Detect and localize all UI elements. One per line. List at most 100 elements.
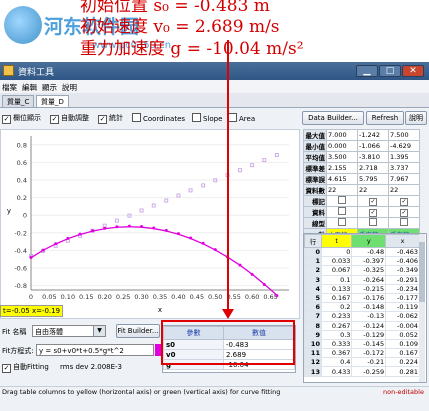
stats-flag-checkbox[interactable]: ✓ — [388, 195, 420, 207]
toolbar: ✓ 欄位顯示 ✓ 自動調整 ✓ 統計 Coordinates Slope Area D… — [0, 109, 429, 127]
stats-flag-checkbox[interactable] — [326, 217, 358, 229]
checkbox-autoscale[interactable]: ✓ 自動調整 — [50, 113, 89, 124]
table-cell: -0.129 — [351, 329, 387, 340]
stats-flag-checkbox[interactable]: ✓ — [388, 206, 420, 218]
col-header-t[interactable]: t — [320, 234, 353, 248]
stats-flag-checkbox[interactable]: ✓ — [357, 206, 389, 218]
minimize-button[interactable]: ▁ — [356, 65, 378, 77]
tab-bar: 質量_C 質量_D — [0, 93, 429, 108]
data-point-x — [274, 153, 279, 158]
checkbox-box — [192, 113, 201, 122]
stats-value: 7.500 — [388, 129, 420, 141]
table-row[interactable]: 7 0.233 -0.13 -0.062 — [304, 311, 420, 322]
tab-mass-d[interactable]: 質量_D — [36, 95, 69, 107]
y-tick-label: -0.4 — [14, 247, 27, 255]
stats-flag-row: 標記 ✓ ✓ — [303, 195, 420, 207]
plot-area[interactable]: 0.8 0.6 0.4 0.2 0 -0.2 -0.4 -0.6 -0.8 0 0.05 0.10 0.… — [0, 129, 300, 319]
statistics-table: 最大值 7.000 -1.242 7.500 最小值 0.000 -1.066 -4.629 平… — [303, 129, 427, 240]
table-cell: 0.433 — [320, 366, 353, 377]
checkbox-box — [338, 196, 346, 204]
checkbox-area[interactable]: Area — [228, 113, 255, 123]
checkbox-box: ✓ — [98, 115, 107, 124]
table-row[interactable]: 2 0.067 -0.325 -0.349 — [304, 265, 420, 276]
vertical-scrollbar[interactable] — [419, 234, 425, 382]
checkbox-coordinates[interactable]: Coordinates — [132, 113, 185, 123]
data-point-x — [139, 208, 144, 213]
table-row[interactable]: 6 0.2 -0.148 -0.119 — [304, 302, 420, 313]
menu-edit[interactable]: 編輯 — [22, 82, 37, 93]
table-row[interactable]: 12 0.4 -0.21 0.224 — [304, 357, 420, 368]
x-tick-label: 0.35 — [153, 293, 167, 301]
menu-view[interactable]: 顯示 — [42, 82, 57, 93]
table-row[interactable]: 1 0.033 -0.397 -0.406 — [304, 256, 420, 267]
table-row[interactable]: 5 0.167 -0.176 -0.177 — [304, 292, 420, 304]
data-table[interactable]: 行 t y x 0 0 -0.48 -0.463 1 0.033 -0.397 -0.406 2… — [303, 233, 427, 383]
arrowhead-icon — [222, 309, 234, 319]
y-tick-label: -0.8 — [14, 282, 27, 290]
y-tick-label: 0.4 — [17, 177, 27, 185]
x-tick-label: 0.05 — [42, 293, 56, 301]
stats-flag-checkbox[interactable]: ✓ — [357, 195, 389, 207]
fit-name-dropdown[interactable]: 自由落體 ▼ — [32, 325, 106, 337]
title-bar[interactable]: 資料工具 ▁ □ ✕ — [0, 62, 429, 80]
table-row[interactable]: 8 0.267 -0.124 -0.004 — [304, 320, 420, 331]
x-axis-label: x — [158, 306, 162, 314]
data-point-x — [114, 218, 119, 223]
table-cell: 0.267 — [320, 320, 353, 331]
fit-equation-field[interactable]: y = s0+v0*t+0.5*g*t^2 — [36, 344, 154, 356]
data-builder-button[interactable]: Data Builder... — [302, 111, 364, 125]
status-editable: non-editable — [383, 388, 424, 396]
data-point-x — [164, 198, 169, 203]
stats-flag-checkbox[interactable] — [357, 217, 389, 229]
table-row[interactable]: 13 0.433 -0.259 0.281 — [304, 366, 420, 377]
checkbox-statistics[interactable]: ✓ 統計 — [98, 113, 123, 124]
stats-flag-label: 資料 — [303, 206, 327, 218]
stats-row-label: 標準誤 — [303, 173, 327, 185]
stats-flag-checkbox[interactable] — [388, 217, 420, 229]
help-button[interactable]: 說明 — [405, 111, 427, 125]
table-row[interactable]: 10 0.333 -0.145 0.109 — [304, 338, 420, 350]
stats-value: 22 — [326, 184, 358, 196]
stats-row-label: 標準差 — [303, 162, 327, 174]
data-point-x — [102, 223, 107, 228]
x-tick-label: 0 — [29, 293, 33, 301]
close-button[interactable]: ✕ — [402, 65, 424, 77]
table-row[interactable]: 11 0.367 -0.172 0.167 — [304, 348, 420, 359]
tab-mass-c[interactable]: 質量_C — [2, 95, 35, 107]
checkbox-label: 統計 — [109, 114, 123, 122]
table-row[interactable]: 4 0.133 -0.215 -0.234 — [304, 283, 420, 294]
checkbox-autofit[interactable]: ✓ 自動Fitting — [2, 362, 49, 373]
col-header-y[interactable]: y — [351, 234, 387, 248]
parameter-highlight-box — [161, 320, 295, 365]
stats-flag-checkbox[interactable] — [326, 195, 358, 207]
data-point-x — [262, 158, 267, 163]
checkbox-box: ✓ — [2, 364, 11, 373]
stats-value: 7.000 — [326, 129, 358, 141]
table-row[interactable]: 9 0.3 -0.129 0.052 — [304, 329, 420, 340]
col-header-x[interactable]: x — [385, 234, 420, 248]
menu-file[interactable]: 檔案 — [2, 82, 17, 93]
table-cell: -0.291 — [385, 274, 420, 285]
table-cell: 0.3 — [320, 329, 353, 340]
table-cell: -0.004 — [385, 320, 420, 331]
menu-help[interactable]: 說明 — [62, 82, 77, 93]
table-cell: 0.167 — [385, 348, 420, 359]
col-header-row[interactable]: 行 — [304, 234, 322, 248]
checkbox-box — [400, 218, 408, 226]
table-cell: -0.406 — [385, 256, 420, 267]
stats-flag-checkbox[interactable] — [326, 206, 358, 218]
checkbox-box: ✓ — [400, 197, 408, 206]
row-index: 7 — [304, 311, 322, 322]
checkbox-slope[interactable]: Slope — [192, 113, 222, 123]
maximize-button[interactable]: □ — [379, 65, 401, 77]
refresh-button[interactable]: Refresh — [366, 111, 404, 125]
data-point-x — [250, 163, 255, 168]
checkbox-column-display[interactable]: ✓ 欄位顯示 — [2, 113, 41, 124]
table-cell: 0.367 — [320, 348, 353, 359]
table-row[interactable]: 0 0 -0.48 -0.463 — [304, 246, 420, 258]
status-hint: Drag table columns to yellow (horizontal… — [2, 388, 281, 396]
fit-builder-button[interactable]: Fit Builder... — [116, 324, 160, 338]
scrollbar-thumb[interactable] — [419, 242, 425, 302]
fit-equation-label: Fit方程式: — [2, 347, 34, 355]
table-row[interactable]: 3 0.1 -0.264 -0.291 — [304, 274, 420, 285]
